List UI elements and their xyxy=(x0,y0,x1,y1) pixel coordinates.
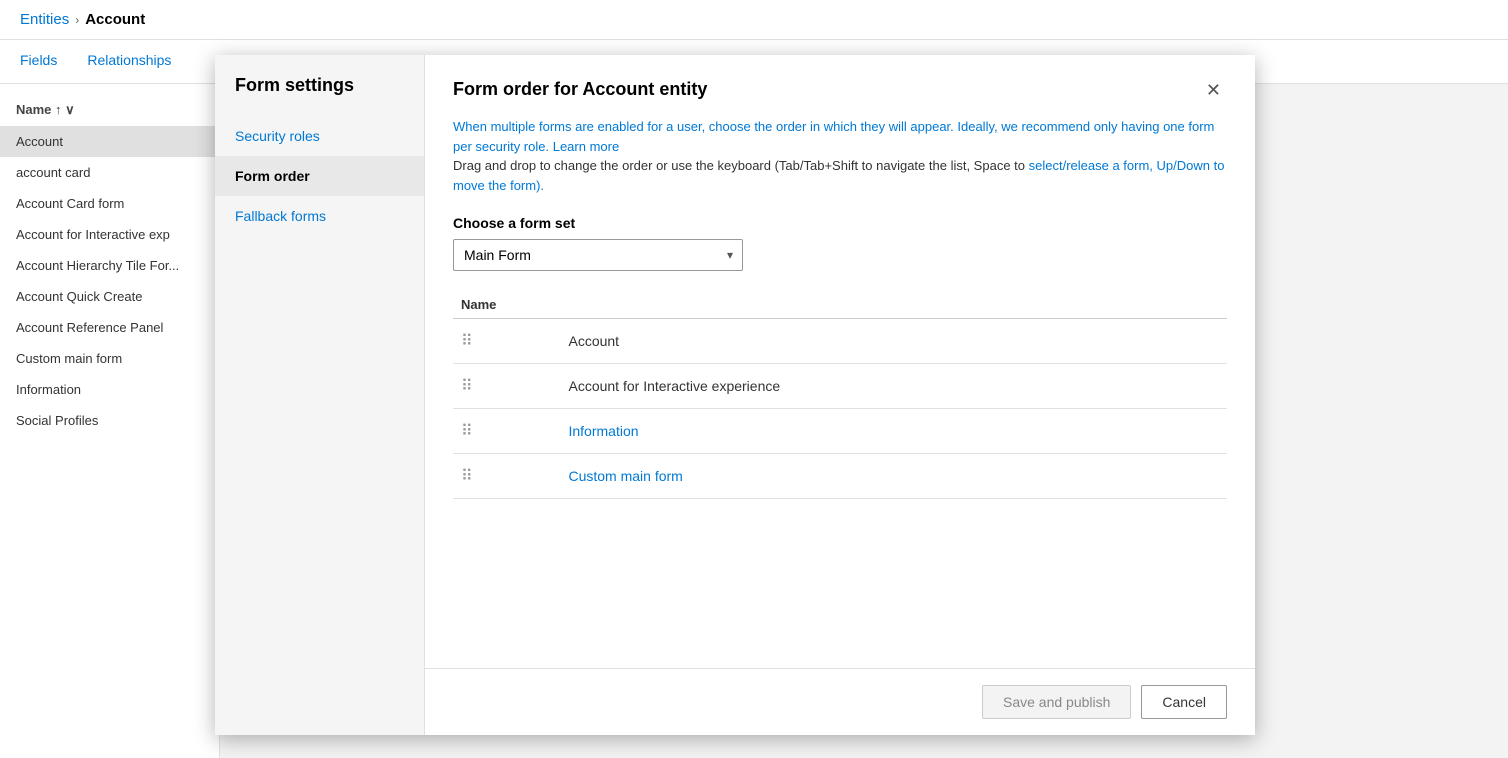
sidebar-item-account[interactable]: Account xyxy=(0,126,219,157)
sidebar-item-account-reference[interactable]: Account Reference Panel xyxy=(0,312,219,343)
drag-handle-icon[interactable]: ⠿ xyxy=(461,331,474,351)
modal-description: When multiple forms are enabled for a us… xyxy=(453,117,1227,195)
drag-handle-cell[interactable]: ⠿ xyxy=(453,454,560,499)
nav-relationships[interactable]: Relationships xyxy=(87,52,171,72)
sidebar-sort-header[interactable]: Name ↑ ∨ xyxy=(0,94,219,126)
table-header-name: Name xyxy=(453,291,1227,319)
breadcrumb-current: Account xyxy=(85,11,145,28)
form-name-custom-main[interactable]: Custom main form xyxy=(568,468,682,484)
modal-right-panel: Form order for Account entity ✕ When mul… xyxy=(425,55,1255,735)
modal-header: Form order for Account entity ✕ xyxy=(453,79,1227,101)
topbar: Entities › Account xyxy=(0,0,1508,40)
drag-handle-icon[interactable]: ⠿ xyxy=(461,466,474,486)
nav-fields[interactable]: Fields xyxy=(20,52,57,72)
modal-footer: Save and publish Cancel xyxy=(425,668,1255,735)
drag-handle-icon[interactable]: ⠿ xyxy=(461,376,474,396)
form-name-account: Account xyxy=(568,333,619,349)
drag-handle-cell[interactable]: ⠿ xyxy=(453,409,560,454)
sidebar-item-account-interactive[interactable]: Account for Interactive exp xyxy=(0,219,219,250)
description-text-2b: select/release a form, Up/Down to xyxy=(1029,158,1225,173)
description-text-2c: move the form). xyxy=(453,178,544,193)
table-row: ⠿ Information xyxy=(453,409,1227,454)
modal-left-panel: Form settings Security roles Form order … xyxy=(215,55,425,735)
form-name-cell: Information xyxy=(560,409,1227,454)
description-text-2: Drag and drop to change the order or use… xyxy=(453,158,1025,173)
modal-nav-fallback-forms[interactable]: Fallback forms xyxy=(215,196,424,236)
sidebar-item-account-card[interactable]: account card xyxy=(0,157,219,188)
sidebar-item-account-quick-create[interactable]: Account Quick Create xyxy=(0,281,219,312)
breadcrumb: Entities › Account xyxy=(20,11,145,28)
sidebar-item-account-hierarchy[interactable]: Account Hierarchy Tile For... xyxy=(0,250,219,281)
save-publish-button[interactable]: Save and publish xyxy=(982,685,1131,719)
choose-form-set-label: Choose a form set xyxy=(453,215,1227,231)
table-row: ⠿ Account for Interactive experience xyxy=(453,364,1227,409)
drag-handle-icon[interactable]: ⠿ xyxy=(461,421,474,441)
cancel-button[interactable]: Cancel xyxy=(1141,685,1227,719)
drag-handle-cell[interactable]: ⠿ xyxy=(453,364,560,409)
form-order-table: Name ⠿ Account ⠿ Account xyxy=(453,291,1227,499)
breadcrumb-separator: › xyxy=(75,13,79,27)
sidebar-item-custom-main-form[interactable]: Custom main form xyxy=(0,343,219,374)
form-name-information[interactable]: Information xyxy=(568,423,638,439)
table-row: ⠿ Account xyxy=(453,319,1227,364)
modal-nav-form-order[interactable]: Form order xyxy=(215,156,424,196)
sidebar-item-information[interactable]: Information xyxy=(0,374,219,405)
breadcrumb-entities[interactable]: Entities xyxy=(20,11,69,28)
table-row: ⠿ Custom main form xyxy=(453,454,1227,499)
modal-left-title: Form settings xyxy=(215,75,424,116)
form-name-interactive: Account for Interactive experience xyxy=(568,378,780,394)
sort-label: Name ↑ ∨ xyxy=(16,102,75,118)
form-name-cell: Account xyxy=(560,319,1227,364)
drag-handle-cell[interactable]: ⠿ xyxy=(453,319,560,364)
modal-title: Form order for Account entity xyxy=(453,79,707,100)
learn-more-label[interactable]: Learn more xyxy=(553,139,619,154)
entity-list-sidebar: Name ↑ ∨ Account account card Account Ca… xyxy=(0,84,220,758)
close-button[interactable]: ✕ xyxy=(1200,79,1227,101)
sidebar-item-social-profiles[interactable]: Social Profiles xyxy=(0,405,219,436)
form-settings-modal: Form settings Security roles Form order … xyxy=(215,55,1255,735)
form-set-select-wrapper: Main Form Quick Create Card Form ▾ xyxy=(453,239,743,271)
form-set-select[interactable]: Main Form Quick Create Card Form xyxy=(453,239,743,271)
form-name-cell: Account for Interactive experience xyxy=(560,364,1227,409)
modal-nav-security-roles[interactable]: Security roles xyxy=(215,116,424,156)
sidebar-item-account-card-form[interactable]: Account Card form xyxy=(0,188,219,219)
form-name-cell: Custom main form xyxy=(560,454,1227,499)
